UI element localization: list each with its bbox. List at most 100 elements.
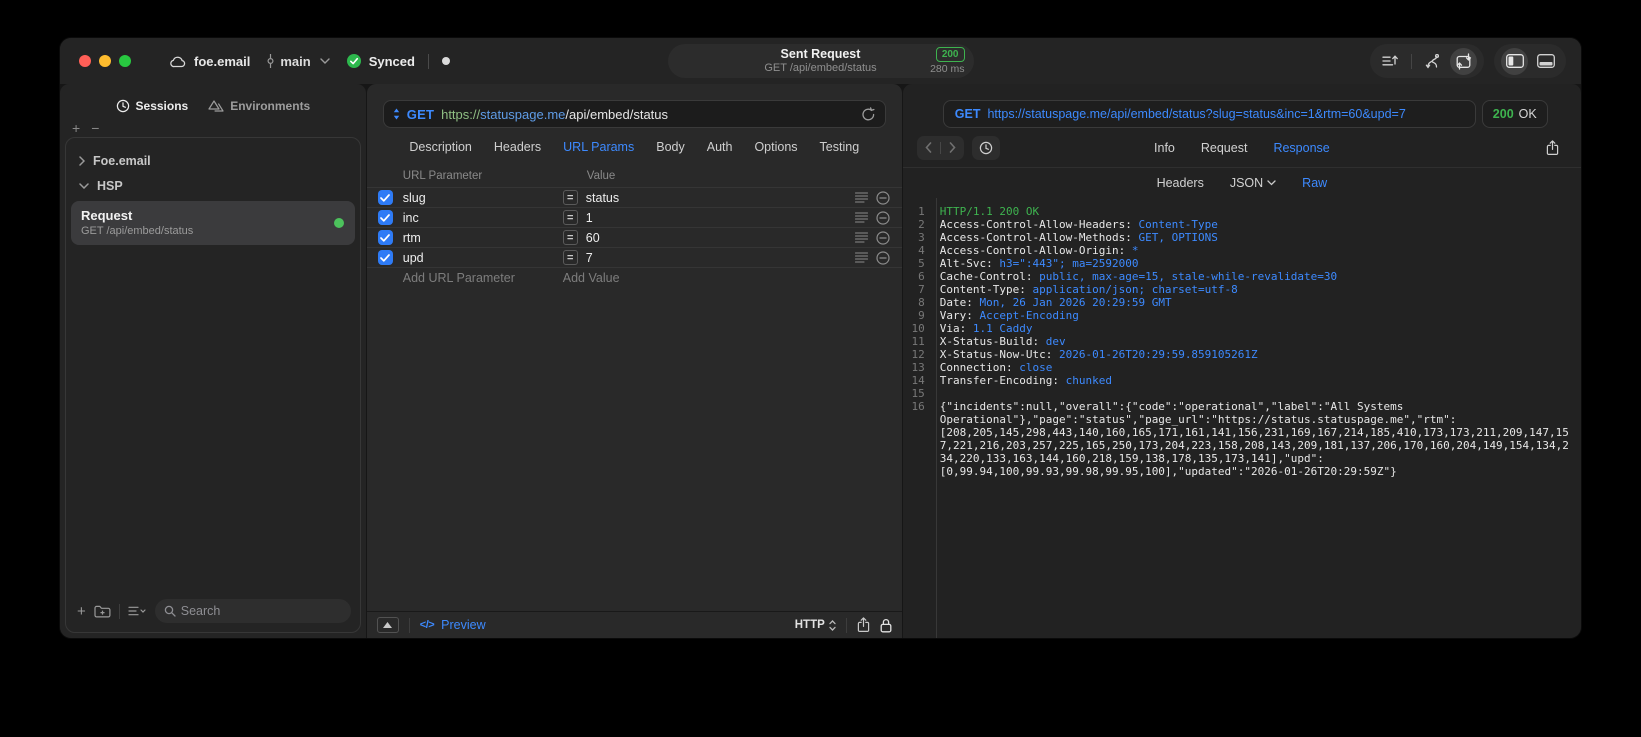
- expand-panel-button[interactable]: [376, 617, 399, 633]
- add-session-button[interactable]: +: [72, 120, 80, 136]
- param-name[interactable]: inc: [403, 211, 563, 225]
- request-footer-bar: </> Preview HTTP: [366, 611, 902, 638]
- param-value[interactable]: 1: [586, 211, 593, 225]
- branch-selector[interactable]: main: [266, 53, 330, 69]
- add-param-placeholder[interactable]: Add URL Parameter: [403, 271, 563, 285]
- sync-status[interactable]: Synced: [346, 53, 415, 69]
- cloud-icon: [169, 55, 187, 68]
- param-value[interactable]: status: [586, 191, 619, 205]
- tab-url-params[interactable]: URL Params: [563, 140, 634, 154]
- merge-branch-button[interactable]: [1419, 48, 1446, 75]
- tab-info[interactable]: Info: [1154, 141, 1175, 155]
- remove-param-icon[interactable]: [876, 210, 890, 225]
- toggle-left-panel-button[interactable]: [1501, 47, 1528, 75]
- forward-button[interactable]: [941, 136, 964, 160]
- param-format-icon[interactable]: [854, 232, 868, 243]
- close-window-button[interactable]: [79, 55, 91, 67]
- tab-headers[interactable]: Headers: [1157, 176, 1204, 190]
- sort-list-button[interactable]: [128, 605, 147, 617]
- param-name[interactable]: slug: [403, 191, 563, 205]
- tab-description[interactable]: Description: [409, 140, 472, 154]
- remove-param-icon[interactable]: [876, 190, 890, 205]
- code-line: 4 Access-Control-Allow-Origin: *: [903, 244, 1575, 257]
- param-checkbox[interactable]: [377, 230, 393, 245]
- footer-divider: [845, 617, 847, 633]
- preview-label: Preview: [441, 618, 486, 632]
- param-checkbox[interactable]: [377, 250, 393, 265]
- tab-body[interactable]: Body: [656, 140, 685, 154]
- tab-json[interactable]: JSON: [1230, 176, 1276, 190]
- tab-raw[interactable]: Raw: [1302, 176, 1327, 190]
- code-line: 3 Access-Control-Allow-Methods: GET, OPTI…: [903, 231, 1575, 244]
- line-content: Cache-Control: public, max-age=15, stale…: [939, 270, 1338, 283]
- sidebar-search[interactable]: [154, 599, 351, 623]
- request-pill-status: 200 280 ms: [930, 44, 965, 78]
- back-button[interactable]: [917, 136, 940, 160]
- send-queue-button[interactable]: [1377, 48, 1404, 75]
- tab-sessions[interactable]: Sessions: [116, 99, 188, 113]
- new-request-button[interactable]: +: [77, 603, 86, 620]
- footer-divider: [118, 603, 120, 619]
- remove-param-icon[interactable]: [876, 250, 890, 265]
- preview-button[interactable]: </> Preview: [420, 618, 486, 632]
- line-content: [931, 387, 1575, 400]
- line-content: {"incidents":null,"overall":{"code":"ope…: [939, 400, 1569, 478]
- request-url-bar[interactable]: GET https://statuspage.me/api/embed/stat…: [382, 100, 886, 128]
- share-response-button[interactable]: [1537, 135, 1567, 161]
- tab-auth[interactable]: Auth: [707, 140, 733, 154]
- group-foe-email[interactable]: Foe.email: [66, 148, 360, 173]
- search-input[interactable]: [180, 604, 342, 618]
- method-stepper-icon: [393, 108, 400, 120]
- request-status-pill[interactable]: Sent Request GET /api/embed/status 200 2…: [667, 44, 974, 78]
- code-line: 7 Content-Type: application/json; charset…: [903, 283, 1575, 296]
- param-value[interactable]: 7: [586, 251, 593, 265]
- new-group-button[interactable]: [94, 604, 111, 618]
- zoom-window-button[interactable]: [119, 55, 131, 67]
- project-selector[interactable]: foe.email: [169, 54, 250, 69]
- sent-request-url-bar[interactable]: GET https://statuspage.me/api/embed/stat…: [942, 100, 1476, 128]
- chevron-right-icon: [79, 155, 85, 166]
- sidebar-request-item[interactable]: Request GET /api/embed/status: [71, 201, 355, 245]
- param-name[interactable]: upd: [403, 251, 563, 265]
- tab-headers[interactable]: Headers: [494, 140, 541, 154]
- history-button[interactable]: [971, 135, 1000, 160]
- minimize-window-button[interactable]: [99, 55, 111, 67]
- share-request-button[interactable]: [857, 617, 870, 633]
- param-checkbox[interactable]: [377, 210, 393, 225]
- remove-param-icon[interactable]: [876, 230, 890, 245]
- param-format-icon[interactable]: [854, 252, 868, 263]
- line-number: 9: [918, 309, 925, 322]
- request-method[interactable]: GET: [407, 107, 434, 122]
- group-hsp[interactable]: HSP: [66, 173, 360, 198]
- param-checkbox[interactable]: [377, 190, 393, 205]
- add-param-row[interactable]: Add URL Parameter Add Value: [366, 267, 902, 287]
- code-line: 13 Connection: close: [903, 361, 1575, 374]
- titlebar-separator: [427, 53, 429, 69]
- url-scheme: https://: [441, 106, 481, 122]
- tab-testing[interactable]: Testing: [820, 140, 860, 154]
- param-format-icon[interactable]: [854, 192, 868, 203]
- titlebar-left: foe.email main Synced: [169, 53, 450, 69]
- toggle-bottom-panel-button[interactable]: [1532, 48, 1559, 75]
- lock-icon[interactable]: [880, 618, 892, 633]
- tab-options[interactable]: Options: [754, 140, 797, 154]
- response-status-text: OK: [1518, 107, 1537, 121]
- tab-response[interactable]: Response: [1273, 141, 1329, 155]
- reload-icon[interactable]: [861, 106, 876, 122]
- param-format-icon[interactable]: [854, 212, 868, 223]
- import-export-button[interactable]: [1450, 47, 1477, 75]
- request-item-title: Request: [81, 208, 133, 223]
- param-value[interactable]: 60: [586, 231, 600, 245]
- line-number: 8: [918, 296, 925, 309]
- add-value-placeholder[interactable]: Add Value: [563, 271, 844, 285]
- tab-environments[interactable]: Environments: [208, 99, 310, 113]
- code-line: 12 X-Status-Now-Utc: 2026-01-26T20:29:59.…: [903, 348, 1575, 361]
- protocol-selector[interactable]: HTTP: [795, 619, 836, 631]
- tab-request[interactable]: Request: [1201, 141, 1248, 155]
- sync-status-label: Synced: [368, 53, 415, 69]
- request-url[interactable]: https://statuspage.me/api/embed/status: [441, 107, 668, 122]
- remove-session-button[interactable]: −: [91, 120, 99, 136]
- param-name[interactable]: rtm: [403, 231, 563, 245]
- response-status-box: 200 OK: [1481, 100, 1548, 128]
- request-pane: GET https://statuspage.me/api/embed/stat…: [366, 84, 902, 638]
